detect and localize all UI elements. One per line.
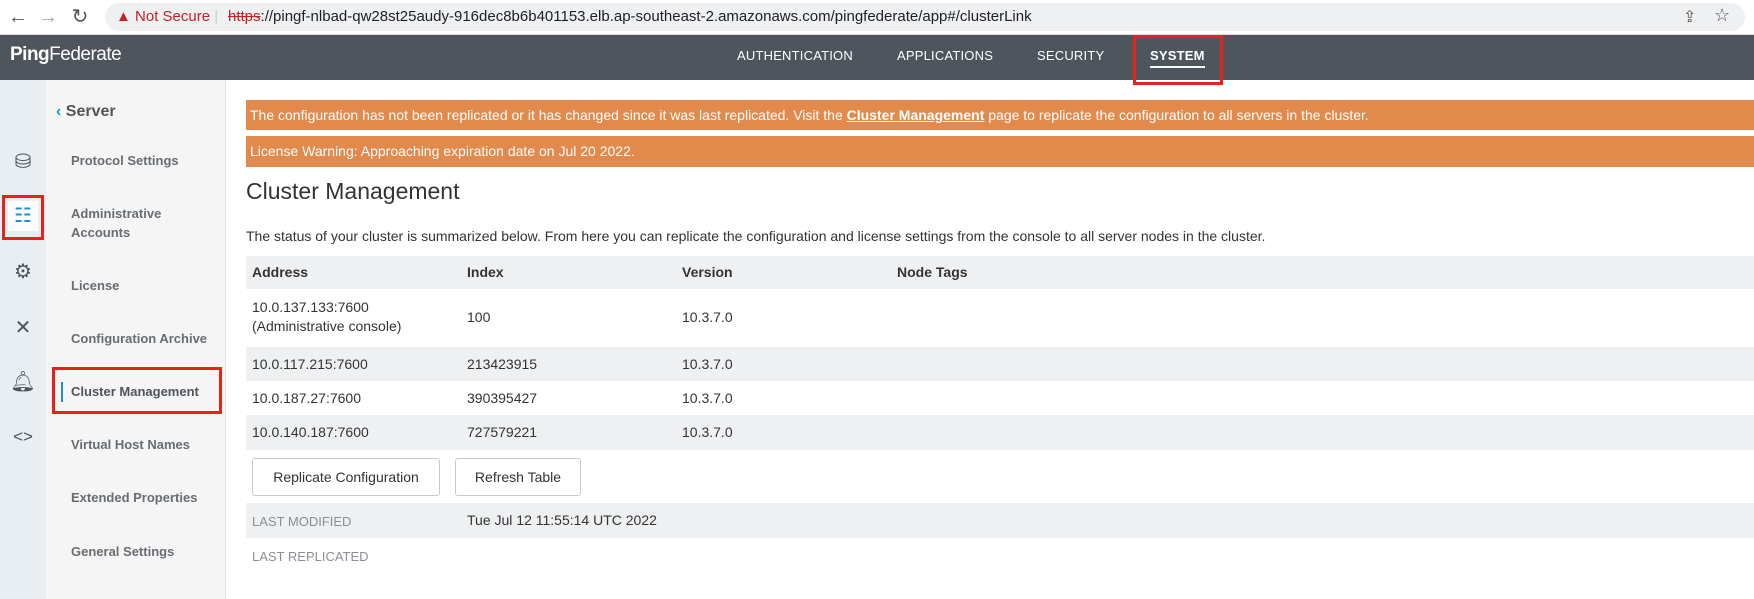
url-path: ://pingf-nlbad-qw28st25audy-916dec8b6b40… <box>260 8 1032 25</box>
nav-license[interactable]: License <box>71 276 119 295</box>
back-to-server[interactable]: ‹ Server <box>56 103 116 121</box>
nav-general-settings[interactable]: General Settings <box>71 542 174 561</box>
index-cell: 727579221 <box>467 424 538 440</box>
last-modified-value: Tue Jul 12 11:55:14 UTC 2022 <box>467 512 657 528</box>
url-scheme: https <box>228 8 261 25</box>
admin-console-note: (Administrative console) <box>252 318 402 334</box>
code-icon[interactable]: <> <box>8 422 38 452</box>
last-modified-label: LAST MODIFIED <box>252 514 352 529</box>
column-node-tags: Node Tags <box>897 264 968 280</box>
version-cell: 10.3.7.0 <box>682 390 733 406</box>
address-cell: 10.0.187.27:7600 <box>252 390 361 406</box>
column-version: Version <box>682 264 733 280</box>
table-header: Address Index Version Node Tags <box>246 256 1754 289</box>
last-replicated-label: LAST REPLICATED <box>252 549 369 564</box>
index-cell: 100 <box>467 309 491 325</box>
replication-warning-banner: The configuration has not been replicate… <box>246 100 1754 130</box>
highlight-box <box>1133 35 1223 85</box>
page-description: The status of your cluster is summarized… <box>246 228 1266 244</box>
last-replicated-row: LAST REPLICATED <box>246 538 1754 573</box>
table-row: 10.0.187.27:7600 390395427 10.3.7.0 <box>246 381 1754 415</box>
pingfederate-logo[interactable]: PingFederate <box>10 44 122 66</box>
not-secure-indicator[interactable]: ▲ Not Secure | <box>116 6 218 28</box>
section-title: Server <box>65 103 116 120</box>
license-warning-banner: License Warning: Approaching expiration … <box>246 136 1754 167</box>
cluster-management-link[interactable]: Cluster Management <box>847 107 985 123</box>
column-address: Address <box>252 264 309 280</box>
last-modified-row: LAST MODIFIED Tue Jul 12 11:55:14 UTC 20… <box>246 503 1754 538</box>
nav-administrative-accounts[interactable]: Administrative Accounts <box>71 204 191 242</box>
nav-virtual-host-names[interactable]: Virtual Host Names <box>71 435 190 454</box>
nav-extended-properties[interactable]: Extended Properties <box>71 488 197 507</box>
address-cell: 10.0.140.187:7600 <box>252 424 369 440</box>
url-text[interactable]: https://pingf-nlbad-qw28st25audy-916dec8… <box>228 6 1032 28</box>
nav-configuration-archive[interactable]: Configuration Archive <box>71 329 207 348</box>
highlight-box <box>52 367 222 414</box>
version-cell: 10.3.7.0 <box>682 309 733 325</box>
refresh-table-button[interactable]: Refresh Table <box>455 458 581 496</box>
version-cell: 10.3.7.0 <box>682 356 733 372</box>
tab-security[interactable]: SECURITY <box>1037 48 1104 63</box>
bookmark-star-icon[interactable]: ☆ <box>1714 5 1730 26</box>
top-nav-bar <box>0 35 1754 80</box>
reload-icon[interactable]: ↻ <box>68 5 92 29</box>
bell-alert-icon[interactable]: 🔔︎ <box>8 367 38 397</box>
gear-a-icon[interactable]: ⚙ <box>8 257 38 287</box>
database-key-icon[interactable]: ⛁ <box>8 147 38 177</box>
table-row: 10.0.117.215:7600 213423915 10.3.7.0 <box>246 347 1754 381</box>
not-secure-label: Not Secure <box>135 8 211 25</box>
table-row: 10.0.137.133:7600 (Administrative console… <box>246 289 1754 347</box>
tab-applications[interactable]: APPLICATIONS <box>897 48 993 63</box>
page-title: Cluster Management <box>246 178 460 204</box>
nav-protocol-settings[interactable]: Protocol Settings <box>71 151 179 170</box>
network-node-icon[interactable]: ✕ <box>8 313 38 343</box>
column-index: Index <box>467 264 504 280</box>
version-cell: 10.3.7.0 <box>682 424 733 440</box>
forward-icon[interactable]: → <box>36 5 60 29</box>
highlight-box <box>2 195 44 240</box>
index-cell: 390395427 <box>467 390 538 406</box>
tab-authentication[interactable]: AUTHENTICATION <box>737 48 853 63</box>
chevron-left-icon: ‹ <box>56 103 62 120</box>
warning-icon: ▲ <box>116 8 131 25</box>
table-row: 10.0.140.187:7600 727579221 10.3.7.0 <box>246 415 1754 450</box>
replicate-configuration-button[interactable]: Replicate Configuration <box>252 458 440 496</box>
address-cell: 10.0.117.215:7600 <box>252 356 368 372</box>
share-icon[interactable]: ⇪ <box>1683 7 1696 27</box>
address-cell: 10.0.137.133:7600 (Administrative console… <box>252 299 402 334</box>
back-icon[interactable]: ← <box>6 5 30 29</box>
index-cell: 213423915 <box>467 356 538 372</box>
